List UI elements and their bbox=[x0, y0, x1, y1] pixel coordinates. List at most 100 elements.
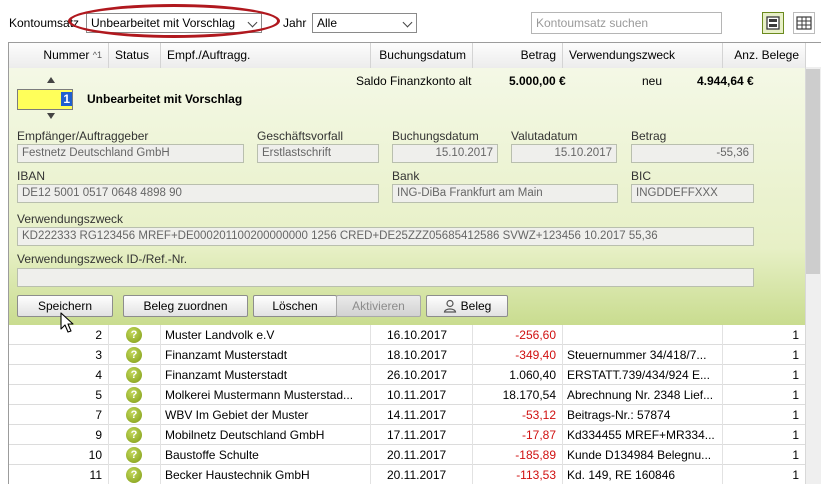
cell-betrag: -349,40 bbox=[473, 345, 563, 365]
cell-empf-text: Finanzamt Musterstadt bbox=[165, 368, 288, 382]
cell-verwendungszweck-text: Kunde D134984 Belegnu... bbox=[567, 448, 712, 462]
jahr-select[interactable]: Alle bbox=[312, 13, 417, 33]
column-label: Status bbox=[115, 48, 150, 62]
cell-verwendungszweck-text: Kd. 149, RE 160846 bbox=[567, 468, 676, 482]
field-value: 15.10.2017 bbox=[435, 147, 493, 159]
question-status-icon[interactable]: ? bbox=[126, 387, 142, 403]
column-header-buchungsdatum[interactable]: Buchungsdatum bbox=[371, 43, 473, 68]
state-label: Unbearbeitet mit Vorschlag bbox=[87, 92, 243, 106]
question-status-icon[interactable]: ? bbox=[126, 427, 142, 443]
geschaeftsvorfall-field[interactable]: Erstlastschrift bbox=[257, 144, 379, 163]
column-header-status[interactable]: Status bbox=[109, 43, 161, 68]
column-header-anz-belege[interactable]: Anz. Belege bbox=[723, 43, 806, 68]
loeschen-button[interactable]: Löschen bbox=[253, 295, 337, 317]
cell-anz-belege: 1 bbox=[723, 465, 806, 484]
cell-buchungsdatum: 14.11.2017 bbox=[371, 405, 473, 425]
search-input[interactable]: Kontoumsatz suchen bbox=[531, 12, 722, 34]
jahr-value: Alle bbox=[317, 16, 338, 30]
cell-nummer-text: 3 bbox=[95, 348, 102, 362]
table-row[interactable]: 3? Finanzamt Musterstadt 18.10.2017 -349,40… bbox=[9, 345, 806, 365]
cell-nummer-text: 5 bbox=[95, 388, 102, 402]
cell-verwendungszweck-text: Beitrags-Nr.: 57874 bbox=[567, 408, 671, 422]
field-value: Erstlastschrift bbox=[262, 147, 332, 159]
table-row[interactable]: 10? Baustoffe Schulte 20.11.2017 -185,89 Kun… bbox=[9, 445, 806, 465]
verwendungszweck-field[interactable]: KD222333 RG123456 MREF+DE000201100200000… bbox=[17, 227, 754, 246]
iban-field[interactable]: DE12 5001 0517 0648 4898 90 bbox=[17, 184, 379, 203]
table-row[interactable]: 5? Molkerei Mustermann Musterstad... 10.11… bbox=[9, 385, 806, 405]
field-value: DE12 5001 0517 0648 4898 90 bbox=[22, 187, 182, 199]
cell-status: ? bbox=[109, 325, 161, 345]
cell-anz-belege-text: 1 bbox=[792, 328, 799, 342]
bank-field[interactable]: ING-DiBa Frankfurt am Main bbox=[392, 184, 618, 203]
question-status-icon[interactable]: ? bbox=[126, 407, 142, 423]
column-header-betrag[interactable]: Betrag bbox=[473, 43, 563, 68]
cell-verwendungszweck bbox=[563, 325, 723, 345]
cell-verwendungszweck-text: Abrechnung Nr. 2348 Lief... bbox=[567, 388, 714, 402]
cell-anz-belege: 1 bbox=[723, 345, 806, 365]
ref-field[interactable] bbox=[17, 268, 754, 287]
cell-betrag-text: 1.060,40 bbox=[509, 368, 556, 382]
beleg-zuordnen-button[interactable]: Beleg zuordnen bbox=[123, 295, 248, 317]
betrag-field[interactable]: -55,36 bbox=[631, 144, 754, 163]
cell-nummer: 11 bbox=[9, 465, 109, 484]
column-label: Buchungsdatum bbox=[379, 48, 466, 62]
question-status-icon[interactable]: ? bbox=[126, 447, 142, 463]
question-status-icon[interactable]: ? bbox=[126, 367, 142, 383]
cell-empf: Mobilnetz Deutschland GmbH bbox=[161, 425, 371, 445]
arrow-down-icon[interactable] bbox=[46, 112, 56, 120]
table-row[interactable]: 11? Becker Haustechnik GmbH 20.11.2017 -113… bbox=[9, 465, 806, 484]
number-field[interactable]: 1 bbox=[17, 89, 73, 110]
cell-verwendungszweck: Kd334455 MREF+MR334... bbox=[563, 425, 723, 445]
form-view-icon bbox=[766, 16, 780, 30]
detail-view-button[interactable] bbox=[762, 12, 784, 34]
transactions-grid: Nummer ^1 Status Empf./Auftragg. Buchung… bbox=[8, 42, 821, 484]
scrollbar-thumb[interactable] bbox=[806, 69, 820, 274]
cell-status: ? bbox=[109, 345, 161, 365]
grid-header: Nummer ^1 Status Empf./Auftragg. Buchung… bbox=[9, 43, 806, 69]
number-value: 1 bbox=[61, 92, 72, 106]
cell-nummer: 10 bbox=[9, 445, 109, 465]
cell-empf-text: Baustoffe Schulte bbox=[165, 448, 259, 462]
table-row[interactable]: 4? Finanzamt Musterstadt 26.10.2017 1.060,4… bbox=[9, 365, 806, 385]
table-row[interactable]: 2? Muster Landvolk e.V 16.10.2017 -256,60 1 bbox=[9, 325, 806, 345]
column-label: Empf./Auftragg. bbox=[167, 48, 251, 62]
table-view-button[interactable] bbox=[793, 12, 815, 34]
buchungsdatum-field[interactable]: 15.10.2017 bbox=[392, 144, 498, 163]
table-row[interactable]: 7? WBV Im Gebiet der Muster 14.11.2017 -53,… bbox=[9, 405, 806, 425]
betrag-label: Betrag bbox=[631, 129, 667, 143]
beleg-button[interactable]: Beleg bbox=[426, 295, 508, 317]
question-status-icon[interactable]: ? bbox=[126, 347, 142, 363]
cell-buchungsdatum-text: 20.11.2017 bbox=[387, 448, 447, 462]
verwendungszweck-label: Verwendungszweck bbox=[17, 212, 124, 226]
cell-verwendungszweck-text: Kd334455 MREF+MR334... bbox=[567, 428, 715, 442]
bic-field[interactable]: INGDDEFFXXX bbox=[631, 184, 754, 203]
aktivieren-button[interactable]: Aktivieren bbox=[336, 295, 421, 317]
cell-betrag-text: -185,89 bbox=[515, 448, 556, 462]
cell-empf: Finanzamt Musterstadt bbox=[161, 365, 371, 385]
cell-buchungsdatum: 20.11.2017 bbox=[371, 465, 473, 484]
valutadatum-field[interactable]: 15.10.2017 bbox=[511, 144, 617, 163]
cell-betrag-text: 18.170,54 bbox=[502, 388, 556, 402]
column-header-empf[interactable]: Empf./Auftragg. bbox=[161, 43, 371, 68]
bic-label: BIC bbox=[631, 169, 652, 183]
arrow-up-icon[interactable] bbox=[46, 76, 56, 84]
question-status-icon[interactable]: ? bbox=[126, 467, 142, 483]
sort-indicator: ^1 bbox=[92, 50, 102, 60]
cell-anz-belege-text: 1 bbox=[792, 428, 799, 442]
column-header-verwendungszweck[interactable]: Verwendungszweck bbox=[563, 43, 723, 68]
neu-label: neu bbox=[642, 74, 663, 88]
cell-nummer: 3 bbox=[9, 345, 109, 365]
cell-empf: Muster Landvolk e.V bbox=[161, 325, 371, 345]
saldo-label: Saldo Finanzkonto alt bbox=[356, 74, 472, 88]
table-row[interactable]: 9? Mobilnetz Deutschland GmbH 17.11.2017 -1… bbox=[9, 425, 806, 445]
column-header-nummer[interactable]: Nummer ^1 bbox=[9, 43, 109, 68]
cell-nummer-text: 9 bbox=[95, 428, 102, 442]
cell-verwendungszweck: Kunde D134984 Belegnu... bbox=[563, 445, 723, 465]
empfaenger-field[interactable]: Festnetz Deutschland GmbH bbox=[17, 144, 244, 163]
cell-status: ? bbox=[109, 405, 161, 425]
question-status-icon[interactable]: ? bbox=[126, 327, 142, 343]
cell-buchungsdatum-text: 16.10.2017 bbox=[387, 328, 448, 342]
cell-empf-text: Muster Landvolk e.V bbox=[165, 328, 275, 342]
cell-anz-belege: 1 bbox=[723, 425, 806, 445]
cell-buchungsdatum-text: 10.11.2017 bbox=[387, 388, 447, 402]
